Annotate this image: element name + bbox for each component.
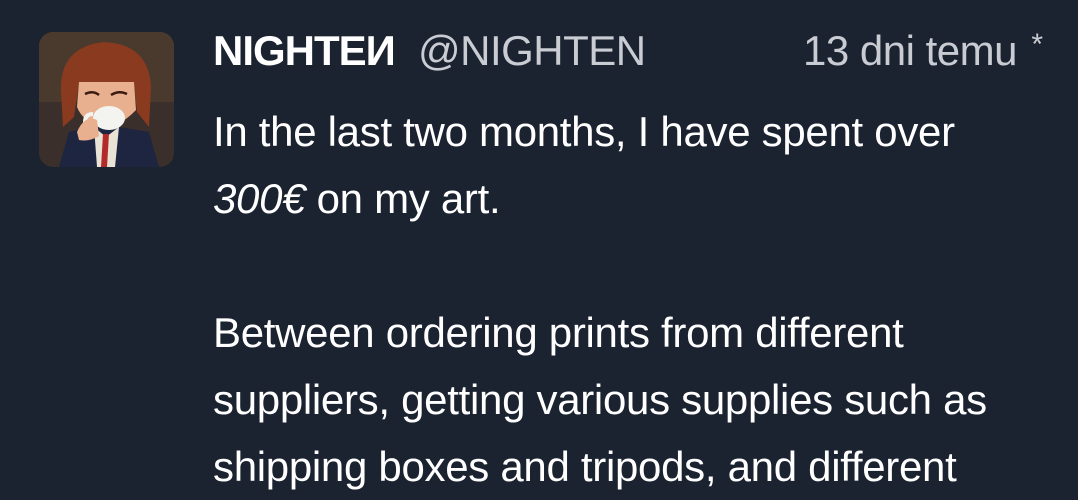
tweet-header: NIGHTEИ @NIGHTEN 13 dni temu * [213, 26, 1043, 76]
user-handle[interactable]: @NIGHTEN [418, 26, 646, 76]
tweet-body: In the last two months, I have spent ove… [213, 98, 1063, 500]
anime-character-drinking-tea-avatar-icon [39, 32, 174, 167]
tweet-line: shipping boxes and tripods, and differen… [213, 443, 957, 490]
avatar[interactable] [39, 32, 174, 167]
tweet-line-text: on my art. [305, 175, 501, 222]
tweet-line: Between ordering prints from different [213, 309, 904, 356]
display-name[interactable]: NIGHTEИ [213, 26, 396, 76]
amount-text: 300€ [213, 175, 306, 222]
tweet-line: 300€ on my art. [213, 165, 1063, 232]
tweet-line: In the last two months, I have spent ove… [213, 108, 955, 155]
timestamp[interactable]: 13 dni temu [803, 26, 1017, 76]
edited-mark: * [1031, 28, 1043, 61]
tweet-line: suppliers, getting various supplies such… [213, 376, 987, 423]
